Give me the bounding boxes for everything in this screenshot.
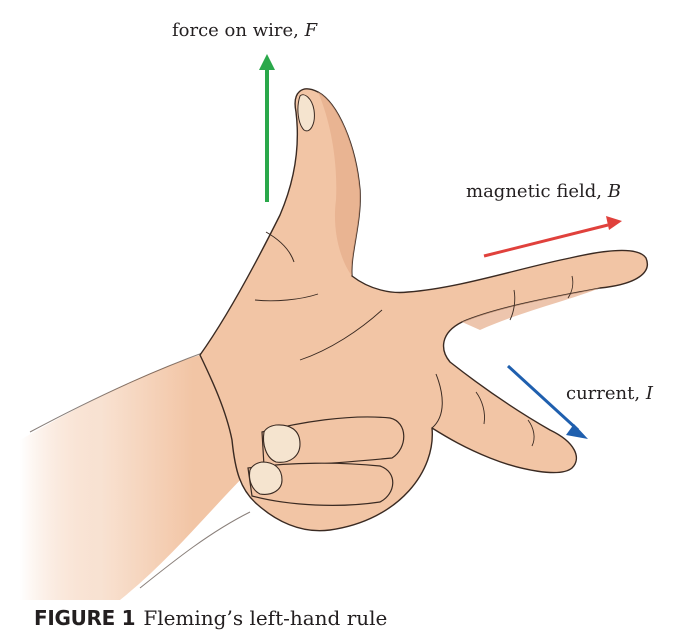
force-arrow	[259, 54, 275, 202]
force-symbol: F	[304, 20, 318, 41]
figure-number: FIGURE 1	[34, 606, 136, 630]
force-label-text: force on wire,	[172, 20, 305, 41]
fleming-hand-illustration	[20, 54, 648, 600]
force-label: force on wire, F	[172, 20, 317, 41]
forearm	[20, 355, 250, 600]
figure-title: Fleming’s left-hand rule	[143, 606, 388, 630]
fingernail-lower	[248, 461, 283, 495]
magnetic-field-label: magnetic field, B	[466, 181, 621, 202]
current-label: current, I	[566, 383, 653, 404]
field-label-text: magnetic field,	[466, 181, 608, 202]
fingernail-upper	[262, 424, 301, 463]
figure-caption: FIGURE 1 Fleming’s left-hand rule	[34, 606, 387, 630]
field-arrow	[483, 216, 622, 258]
current-label-text: current,	[566, 383, 646, 404]
field-symbol: B	[607, 181, 621, 202]
current-symbol: I	[645, 383, 653, 404]
